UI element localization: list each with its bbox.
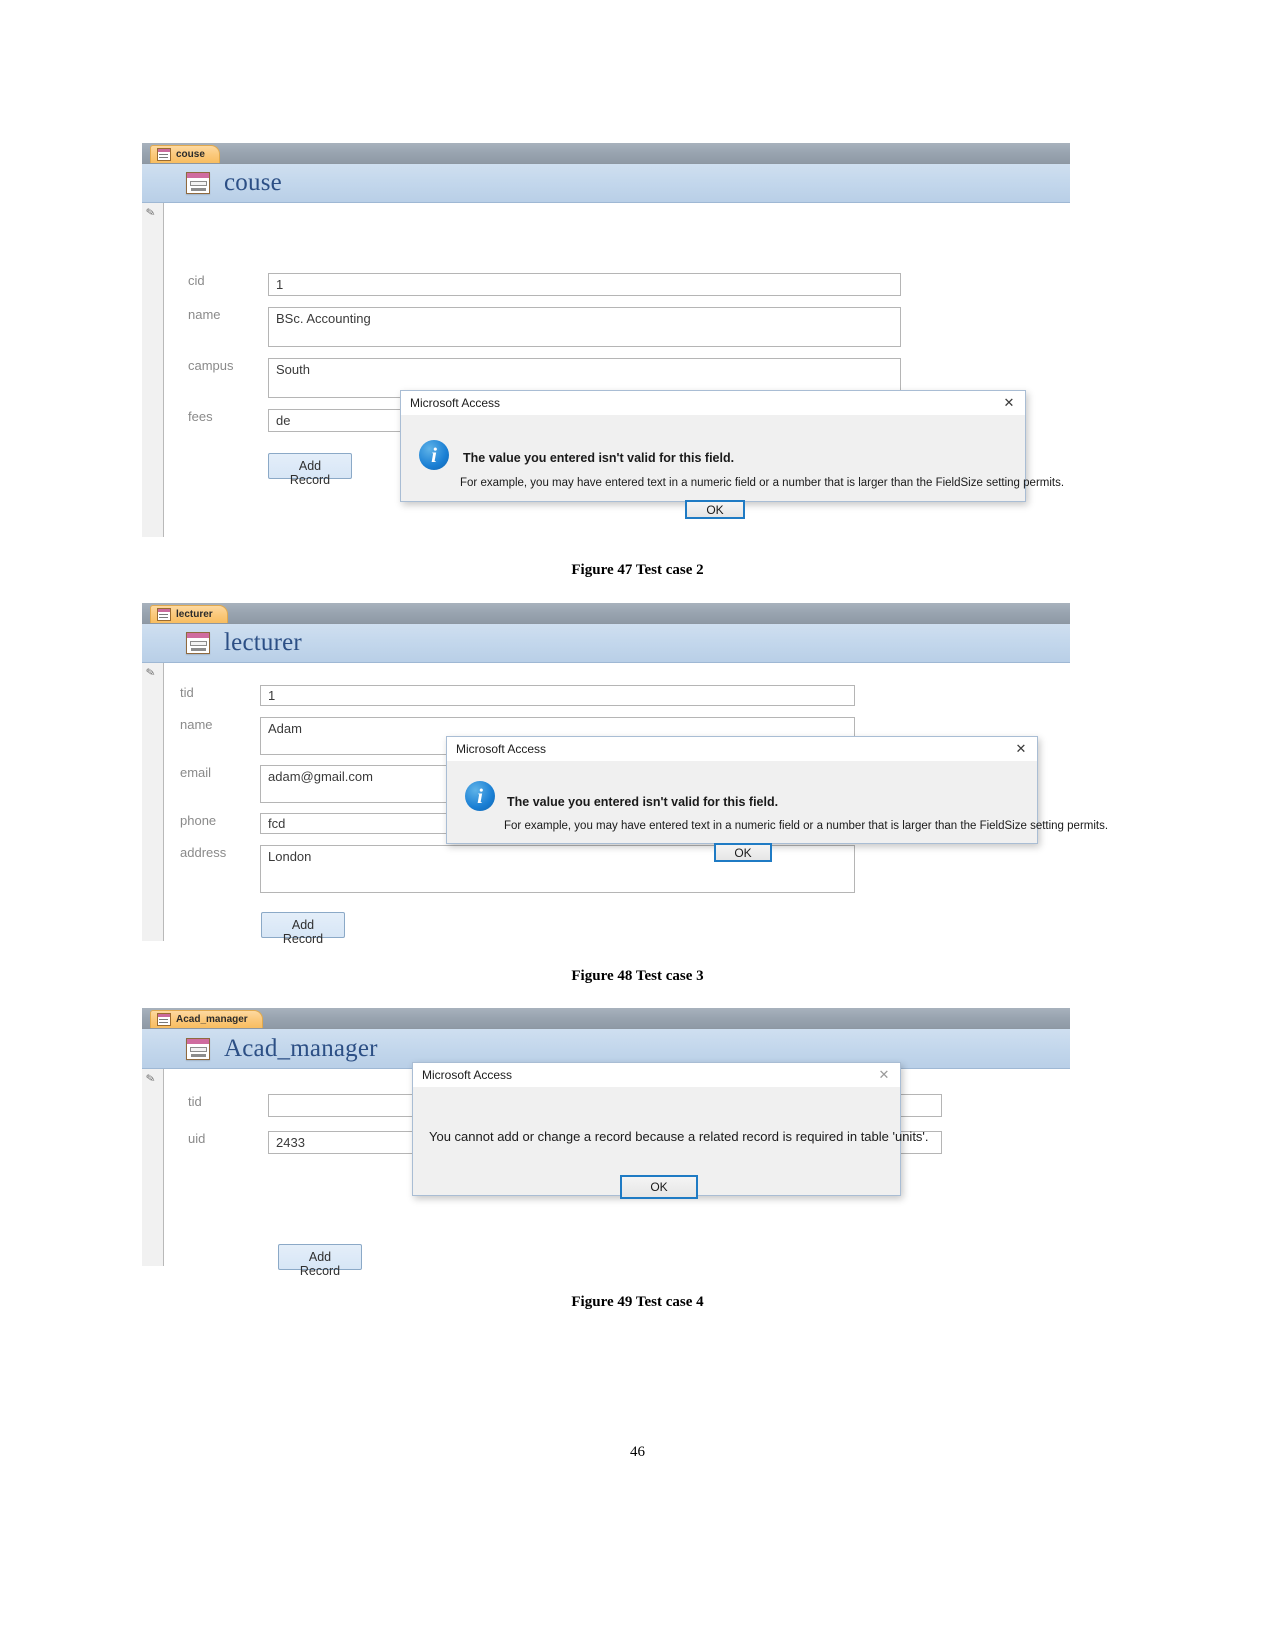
field-label-cid: cid [188,273,205,288]
form-icon [157,608,171,621]
edit-pencil-icon: ✎ [145,666,157,680]
document-tab-strip: couse [142,143,1070,164]
document-tab-strip: Acad_manager [142,1008,1070,1029]
figure-caption-49: Figure 49 Test case 4 [571,1294,704,1310]
field-label-name: name [180,717,213,732]
error-dialog-acad-manager: Microsoft Access ✕ You cannot add or cha… [412,1062,929,1199]
document-tab-strip: lecturer [142,603,1070,624]
add-record-button[interactable]: Add Record [268,453,352,487]
figure-caption-48: Figure 48 Test case 3 [571,968,704,984]
page-title: Acad_manager [224,1034,378,1062]
document-tab-label: couse [176,149,205,160]
close-icon[interactable]: ✕ [1005,737,1037,761]
information-icon: i [465,781,495,811]
field-row-name: name [188,307,948,347]
edit-pencil-icon: ✎ [145,1072,157,1086]
error-dialog-lecturer: Microsoft Access ✕ i The value you enter… [446,736,1108,862]
field-label-fees: fees [188,409,213,424]
dialog-title-bar: Microsoft Access ✕ [401,391,1025,415]
dialog-body: You cannot add or change a record becaus… [413,1087,929,1199]
field-label-uid: uid [188,1131,206,1146]
field-input-tid[interactable] [260,685,855,706]
form-icon [157,148,171,161]
document-tab-acad-manager[interactable]: Acad_manager [150,1010,263,1028]
record-selector-gutter[interactable]: ✎ [142,203,164,537]
form-header-icon [186,172,210,194]
dialog-title-bar: Microsoft Access ✕ [447,737,1037,761]
field-label-tid: tid [188,1094,202,1109]
form-header-icon [186,1037,210,1060]
ok-button[interactable]: OK [685,500,745,519]
field-row-tid: tid [180,685,940,706]
field-label-campus: campus [188,358,234,373]
document-tab-lecturer[interactable]: lecturer [150,605,228,623]
edit-pencil-icon: ✎ [145,206,157,220]
dialog-title-text: Microsoft Access [456,742,547,756]
ok-button[interactable]: OK [714,843,772,862]
add-record-button[interactable]: Add Record [278,1244,362,1278]
dialog-heading: The value you entered isn't valid for th… [463,451,735,465]
form-header-icon [186,632,210,654]
dialog-detail: For example, you may have entered text i… [504,820,1109,832]
dialog-title-bar: Microsoft Access ✕ [413,1063,900,1087]
dialog-title-text: Microsoft Access [422,1068,513,1082]
error-dialog-couse: Microsoft Access ✕ i The value you enter… [400,390,1064,519]
close-icon[interactable]: ✕ [868,1063,900,1087]
field-label-email: email [180,765,212,780]
page-number: 46 [630,1444,645,1460]
field-label-address: address [180,845,227,860]
page-title: couse [224,169,282,196]
record-selector-gutter[interactable]: ✎ [142,663,164,941]
dialog-heading: The value you entered isn't valid for th… [507,795,779,809]
add-record-button[interactable]: Add Record [261,912,345,946]
field-input-name[interactable] [268,307,901,347]
page-title: lecturer [224,629,302,656]
ok-button[interactable]: OK [620,1175,698,1199]
field-label-tid: tid [180,685,194,700]
field-row-address: address [180,845,940,893]
document-tab-label: Acad_manager [176,1014,248,1025]
dialog-body: i The value you entered isn't valid for … [447,761,1108,862]
dialog-detail: You cannot add or change a record becaus… [429,1129,929,1144]
field-label-phone: phone [180,813,217,828]
close-icon[interactable]: ✕ [993,391,1025,415]
form-header-couse: couse [142,164,1070,203]
field-row-cid: cid [188,273,948,296]
document-tab-label: lecturer [176,609,213,620]
document-tab-couse[interactable]: couse [150,145,220,163]
figure-caption-47: Figure 47 Test case 2 [571,562,704,578]
form-icon [157,1013,171,1026]
form-header-lecturer: lecturer [142,624,1070,663]
field-label-name: name [188,307,221,322]
record-selector-gutter[interactable]: ✎ [142,1069,164,1266]
dialog-title-text: Microsoft Access [410,396,501,410]
field-input-cid[interactable] [268,273,901,296]
information-icon: i [419,440,449,470]
dialog-body: i The value you entered isn't valid for … [401,415,1064,519]
dialog-detail: For example, you may have entered text i… [460,477,1065,489]
